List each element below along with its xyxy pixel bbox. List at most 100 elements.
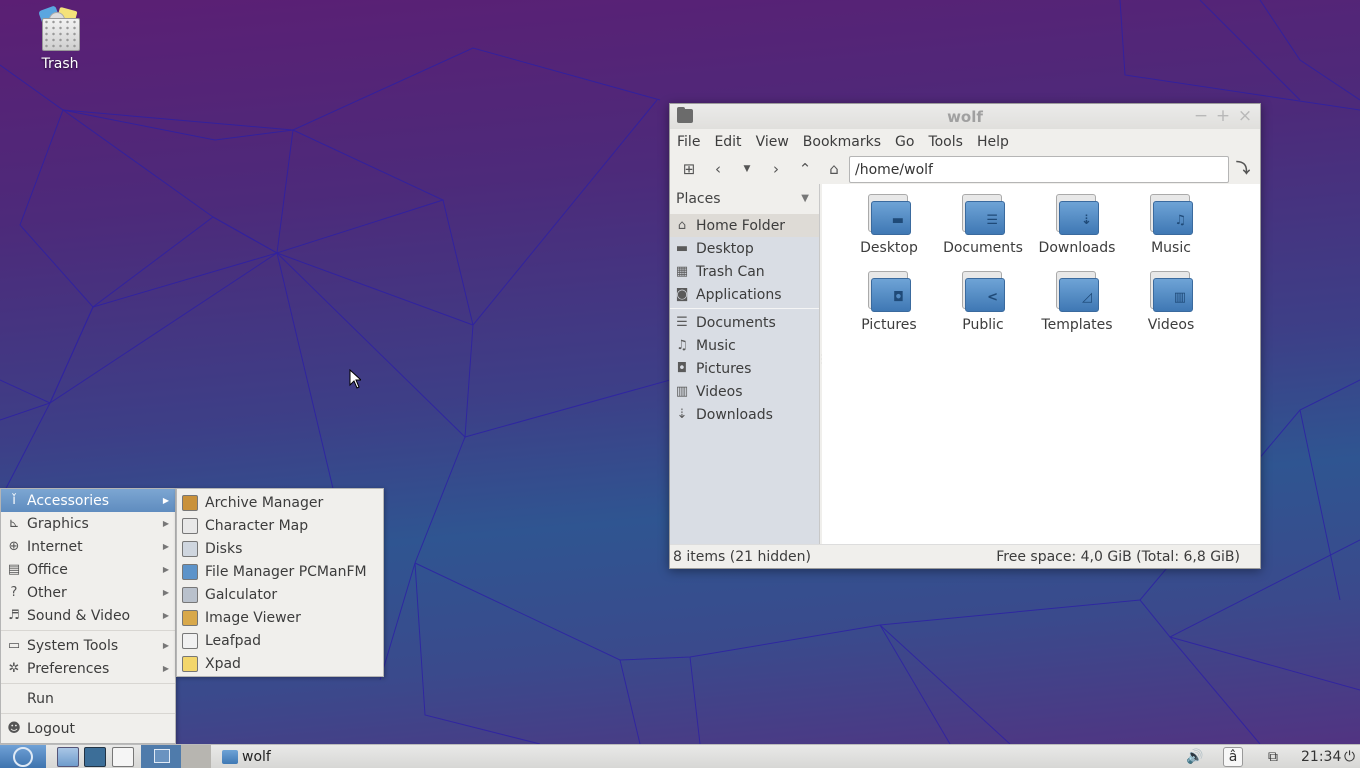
menu-view[interactable]: View (756, 134, 789, 150)
menu-item-other[interactable]: ? Other ▶ (1, 581, 175, 604)
folder-label: Downloads (1038, 240, 1116, 256)
folder-item-public[interactable]: < Public (936, 271, 1030, 348)
new-tab-button[interactable]: ⊞ (676, 156, 702, 182)
menu-item-label: Graphics (27, 515, 89, 532)
folder-item-documents[interactable]: ☰ Documents (936, 194, 1030, 271)
places-header[interactable]: Places ▼ (670, 184, 819, 214)
side-pane: Places ▼ ⌂ Home Folder ▬ Desktop ▦ Trash Ca… (670, 184, 820, 544)
back-button[interactable]: ‹ (705, 156, 731, 182)
maximize-button[interactable]: + (1214, 106, 1232, 126)
desktop-icon: ▬ (675, 241, 689, 256)
menu-item-file-manager[interactable]: File Manager PCManFM (177, 560, 383, 583)
path-input[interactable] (849, 156, 1229, 183)
sidebar-item-documents[interactable]: ☰ Documents (670, 311, 819, 334)
clock[interactable]: 21:34 (1301, 745, 1341, 768)
sidebar-item-label: Pictures (696, 360, 752, 377)
up-button[interactable]: ⌃ (792, 156, 818, 182)
workspace-2[interactable] (181, 745, 211, 768)
desktop-trash[interactable]: Trash (30, 5, 90, 72)
folder-view: ▬ Desktop ☰ Documents ⇣ Downloads ♫ Music ◘ P… (822, 184, 1260, 544)
submenu-arrow-icon: ▶ (162, 542, 169, 551)
go-button[interactable]: ⤵ (1232, 158, 1254, 180)
menu-item-label: Run (27, 690, 54, 707)
keyboard-layout-indicator[interactable]: â (1223, 747, 1243, 767)
volume-icon[interactable]: 🔊 (1186, 745, 1203, 768)
sidebar-item-label: Downloads (696, 406, 773, 423)
menu-item-image-viewer[interactable]: Image Viewer (177, 606, 383, 629)
status-bar: 8 items (21 hidden) Free space: 4,0 GiB … (670, 544, 1260, 568)
menu-edit[interactable]: Edit (714, 134, 741, 150)
show-desktop-button[interactable] (112, 747, 134, 767)
folder-icon: ⇣ (1054, 194, 1100, 236)
menu-item-label: File Manager PCManFM (205, 563, 367, 580)
file-manager-launcher[interactable] (57, 747, 79, 767)
sidebar-divider (670, 308, 819, 309)
taskbar-task-wolf[interactable]: wolf (222, 747, 422, 767)
sidebar-item-label: Music (696, 337, 736, 354)
submenu-arrow-icon: ▶ (162, 641, 169, 650)
menu-item-accessories[interactable]: ǐ Accessories ▶ (1, 489, 175, 512)
menu-divider (1, 683, 175, 684)
folder-item-templates[interactable]: ◿ Templates (1030, 271, 1124, 348)
minimize-button[interactable]: − (1192, 106, 1210, 126)
places-label: Places (676, 191, 721, 207)
submenu-arrow-icon: ▶ (162, 519, 169, 528)
menu-go[interactable]: Go (895, 134, 914, 150)
forward-button[interactable]: › (763, 156, 789, 182)
window-title: wolf (947, 108, 983, 126)
menu-tools[interactable]: Tools (928, 134, 963, 150)
menu-item-archive-manager[interactable]: Archive Manager (177, 491, 383, 514)
sidebar-item-trash-can[interactable]: ▦ Trash Can (670, 260, 819, 283)
sidebar-item-music[interactable]: ♫ Music (670, 334, 819, 357)
menu-item-disks[interactable]: Disks (177, 537, 383, 560)
menu-bar: File Edit View Bookmarks Go Tools Help (670, 129, 1260, 154)
folder-item-videos[interactable]: ▥ Videos (1124, 271, 1218, 348)
folder-icon: < (960, 271, 1006, 313)
menu-item-label: Preferences (27, 660, 110, 677)
sidebar-item-videos[interactable]: ▥ Videos (670, 380, 819, 403)
menu-item-preferences[interactable]: ✲ Preferences ▶ (1, 657, 175, 680)
sidebar-item-home-folder[interactable]: ⌂ Home Folder (670, 214, 819, 237)
menu-item-office[interactable]: ▤ Office ▶ (1, 558, 175, 581)
menu-item-galculator[interactable]: Galculator (177, 583, 383, 606)
folder-item-pictures[interactable]: ◘ Pictures (842, 271, 936, 348)
network-icon[interactable]: ⧉ (1268, 745, 1278, 768)
menu-item-sound-video[interactable]: ♬ Sound & Video ▶ (1, 604, 175, 627)
menu-item-xpad[interactable]: Xpad (177, 652, 383, 675)
start-menu: ǐ Accessories ▶ ⊾ Graphics ▶ ⊕ Internet ▶ ▤ Off… (0, 488, 176, 744)
close-button[interactable]: × (1236, 106, 1254, 126)
folder-label: Templates (1041, 317, 1113, 333)
menu-bookmarks[interactable]: Bookmarks (803, 134, 881, 150)
mouse-cursor-icon (349, 369, 361, 389)
menu-item-graphics[interactable]: ⊾ Graphics ▶ (1, 512, 175, 535)
menu-item-leafpad[interactable]: Leafpad (177, 629, 383, 652)
menu-item-run[interactable]: Run (1, 687, 175, 710)
title-bar[interactable]: wolf − + × (670, 104, 1260, 129)
start-menu-button[interactable] (0, 745, 46, 768)
folder-label: Desktop (860, 240, 918, 256)
menu-item-character-map[interactable]: Character Map (177, 514, 383, 537)
menu-help[interactable]: Help (977, 134, 1009, 150)
browser-launcher[interactable] (84, 747, 106, 767)
item-count: 8 items (21 hidden) (673, 548, 811, 565)
disks-icon (182, 540, 198, 557)
sidebar-item-pictures[interactable]: ◘ Pictures (670, 357, 819, 380)
folder-item-music[interactable]: ♫ Music (1124, 194, 1218, 271)
sidebar-item-downloads[interactable]: ⇣ Downloads (670, 403, 819, 426)
sidebar-item-desktop[interactable]: ▬ Desktop (670, 237, 819, 260)
menu-item-internet[interactable]: ⊕ Internet ▶ (1, 535, 175, 558)
folder-icon: ☰ (960, 194, 1006, 236)
sidebar-item-label: Videos (696, 383, 743, 400)
folder-item-desktop[interactable]: ▬ Desktop (842, 194, 936, 271)
sticky-note-icon (182, 655, 198, 672)
menu-item-logout[interactable]: ☻ Logout (1, 717, 175, 740)
menu-item-system-tools[interactable]: ▭ System Tools ▶ (1, 634, 175, 657)
history-dropdown-button[interactable]: ▼ (734, 156, 760, 182)
menu-file[interactable]: File (677, 134, 700, 150)
home-button[interactable]: ⌂ (821, 156, 847, 182)
folder-item-downloads[interactable]: ⇣ Downloads (1030, 194, 1124, 271)
workspace-1[interactable] (141, 745, 181, 768)
new-tab-icon: ⊞ (682, 160, 696, 178)
sidebar-item-applications[interactable]: ◙ Applications (670, 283, 819, 306)
power-icon[interactable]: ⏻ (1344, 745, 1355, 768)
